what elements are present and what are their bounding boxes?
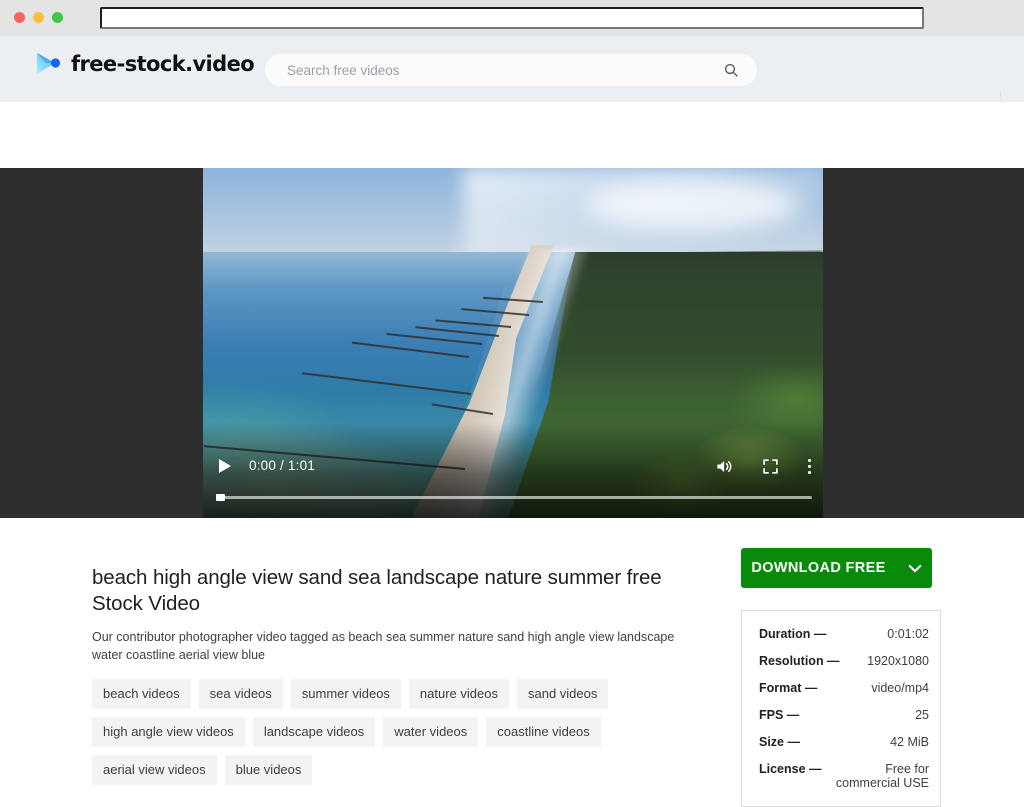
tag-chip[interactable]: landscape videos: [252, 716, 376, 747]
player-progress-handle[interactable]: [216, 494, 225, 501]
tag-chip[interactable]: beach videos: [92, 678, 191, 709]
site-header: free-stock.video: [0, 36, 1024, 121]
video-specs-panel: Duration — 0:01:02 Resolution — 1920x108…: [741, 610, 941, 807]
spec-value: 42 MiB: [890, 735, 929, 749]
tag-chip[interactable]: high angle view videos: [92, 716, 245, 747]
video-player[interactable]: 0:00 / 1:01: [203, 168, 823, 518]
video-stage: 0:00 / 1:01: [0, 168, 1024, 518]
play-triangle-logo-icon: [37, 53, 61, 74]
window-traffic-lights: [14, 12, 63, 23]
play-icon[interactable]: [219, 459, 231, 473]
download-free-button[interactable]: DOWNLOAD FREE: [741, 548, 932, 588]
tag-chip[interactable]: coastline videos: [486, 716, 601, 747]
spec-row-duration: Duration — 0:01:02: [759, 627, 929, 641]
video-description: Our contributor photographer video tagge…: [92, 630, 675, 663]
tag-chip[interactable]: water videos: [383, 716, 479, 747]
site-logo[interactable]: free-stock.video: [33, 49, 255, 79]
url-bar-input[interactable]: [100, 7, 924, 29]
browser-chrome: [0, 0, 1024, 36]
page-title: beach high angle view sand sea landscape…: [92, 566, 662, 615]
tag-list: beach videos sea videos summer videos na…: [92, 678, 692, 785]
chevron-down-icon: [908, 564, 921, 572]
tag-chip[interactable]: aerial view videos: [92, 754, 217, 785]
video-details-column: beach high angle view sand sea landscape…: [92, 565, 712, 785]
close-window-button[interactable]: [14, 12, 25, 23]
spec-key: Size —: [759, 735, 800, 749]
spec-key: License —: [759, 762, 822, 776]
logo-wordmark: free-stock.video: [71, 52, 255, 76]
player-controls: 0:00 / 1:01: [203, 454, 823, 482]
spec-value: 1920x1080: [867, 654, 929, 668]
spec-key: Format —: [759, 681, 818, 695]
player-progress-bar[interactable]: [216, 496, 812, 499]
spec-row-resolution: Resolution — 1920x1080: [759, 654, 929, 668]
search-bar[interactable]: [265, 54, 757, 86]
volume-on-icon[interactable]: [715, 457, 734, 476]
spec-key: FPS —: [759, 708, 800, 722]
tag-chip[interactable]: nature videos: [408, 678, 509, 709]
spec-row-fps: FPS — 25: [759, 708, 929, 722]
kebab-menu-icon[interactable]: [807, 459, 811, 474]
spec-value: video/mp4: [871, 681, 929, 695]
spec-value: 25: [915, 708, 929, 722]
player-time-display: 0:00 / 1:01: [249, 458, 316, 473]
spec-row-license: License — Free for commercial USE: [759, 762, 929, 790]
minimize-window-button[interactable]: [33, 12, 44, 23]
download-button-label: DOWNLOAD FREE: [751, 560, 886, 576]
spec-value: 0:01:02: [887, 627, 929, 641]
search-input[interactable]: [287, 54, 707, 86]
spec-row-format: Format — video/mp4: [759, 681, 929, 695]
nav-band: [0, 102, 1024, 168]
fullscreen-icon[interactable]: [761, 457, 780, 476]
spec-key: Duration —: [759, 627, 827, 641]
spec-value: Free for commercial USE: [835, 762, 929, 790]
zoom-window-button[interactable]: [52, 12, 63, 23]
tag-chip[interactable]: blue videos: [224, 754, 313, 785]
download-column: DOWNLOAD FREE Duration — 0:01:02 Resolut…: [741, 548, 941, 807]
spec-row-size: Size — 42 MiB: [759, 735, 929, 749]
content-area: beach high angle view sand sea landscape…: [0, 518, 1024, 807]
tag-chip[interactable]: sea videos: [198, 678, 283, 709]
search-icon[interactable]: [723, 62, 739, 78]
tag-chip[interactable]: sand videos: [516, 678, 609, 709]
tag-chip[interactable]: summer videos: [290, 678, 401, 709]
spec-key: Resolution —: [759, 654, 840, 668]
